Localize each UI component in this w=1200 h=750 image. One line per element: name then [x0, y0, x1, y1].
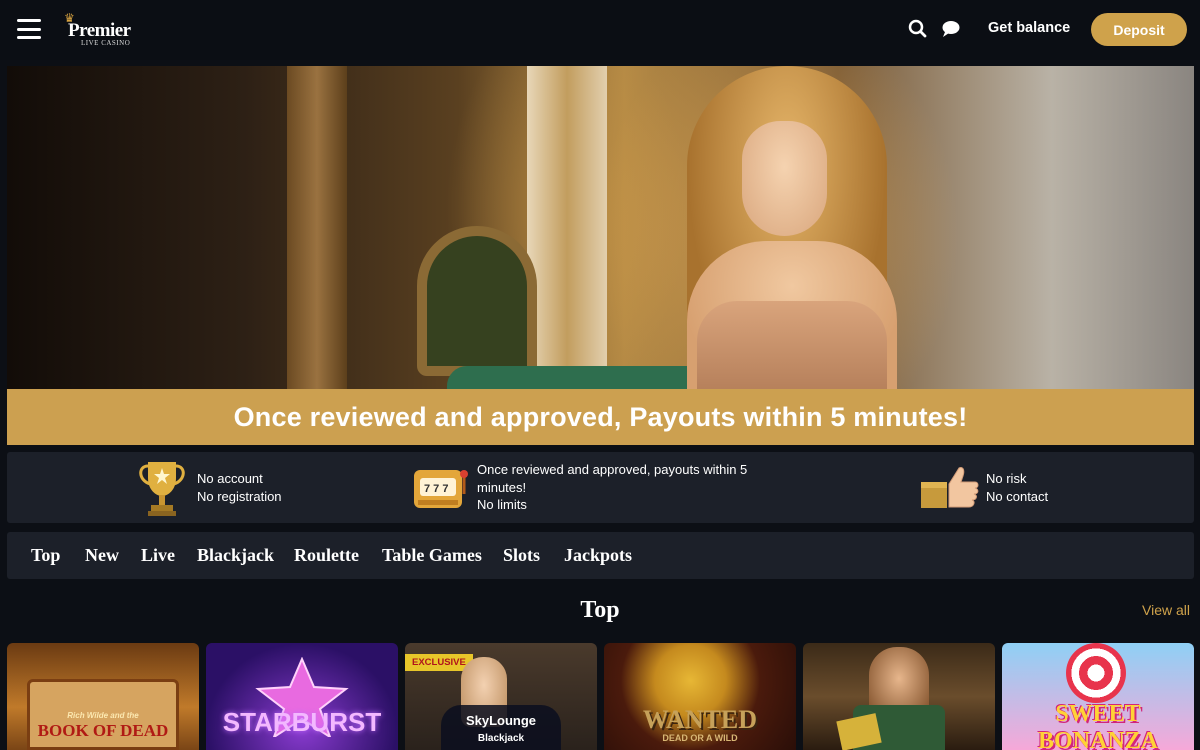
- trophy-icon: [134, 458, 190, 523]
- game-title: WANTED: [642, 705, 758, 734]
- feature-item: No account No registration: [132, 452, 332, 523]
- game-tile[interactable]: [803, 643, 995, 750]
- features-strip: No account No registration 7 7 7 Once re…: [7, 452, 1194, 523]
- game-title: STARBURST: [222, 707, 382, 737]
- category-tab-table-games[interactable]: Table Games: [382, 545, 482, 566]
- promo-banner: Once reviewed and approved, Payouts with…: [7, 389, 1194, 445]
- category-tab-roulette[interactable]: Roulette: [294, 545, 359, 566]
- game-subtitle: DEAD OR A WILD: [662, 733, 738, 743]
- search-icon[interactable]: [907, 18, 929, 40]
- feature-item: 7 7 7 Once reviewed and approved, payout…: [412, 452, 772, 523]
- top-bar: ♛ Premier LIVE CASINO Get balance Deposi…: [0, 0, 1200, 60]
- feature-line: No registration: [197, 488, 282, 504]
- lollipop-icon: [1066, 643, 1126, 703]
- hero-dealer-face: [742, 121, 827, 236]
- game-subtitle: Rich Wilde and the: [67, 711, 139, 720]
- hero-dealer-dress: [697, 301, 887, 389]
- category-tab-new[interactable]: New: [85, 545, 119, 566]
- category-tab-slots[interactable]: Slots: [503, 545, 540, 566]
- category-tab-jackpots[interactable]: Jackpots: [564, 545, 632, 566]
- feature-line: No limits: [477, 497, 527, 512]
- feature-line: minutes!: [477, 479, 527, 495]
- view-all-link[interactable]: View all: [1142, 602, 1190, 618]
- get-balance-link[interactable]: Get balance: [988, 20, 1070, 36]
- logo[interactable]: ♛ Premier LIVE CASINO: [64, 12, 144, 48]
- feature-item: No risk No contact: [919, 452, 1119, 523]
- feature-line: No risk: [986, 471, 1027, 486]
- thumbs-up-icon: [919, 464, 981, 515]
- deposit-button[interactable]: Deposit: [1091, 13, 1187, 46]
- game-subtitle: Blackjack: [477, 733, 525, 744]
- game-tile[interactable]: STARBURST: [206, 643, 398, 750]
- hero-pillar: [287, 66, 347, 389]
- category-nav: Top New Live Blackjack Roulette Table Ga…: [7, 532, 1194, 579]
- slot-machine-icon: 7 7 7: [412, 464, 470, 517]
- feature-line: No contact: [986, 488, 1049, 504]
- game-tile[interactable]: WANTED DEAD OR A WILD: [604, 643, 796, 750]
- menu-icon[interactable]: [17, 19, 41, 39]
- section-title: Top: [580, 597, 620, 623]
- game-title: BOOK OF DEAD: [37, 721, 169, 740]
- feature-line: No account: [197, 471, 263, 486]
- feature-line: Once reviewed and approved, payouts with…: [477, 462, 748, 477]
- game-title: SkyLounge: [465, 713, 537, 728]
- category-tab-live[interactable]: Live: [141, 545, 175, 566]
- game-tile[interactable]: Rich Wilde and the BOOK OF DEAD: [7, 643, 199, 750]
- category-tab-top[interactable]: Top: [31, 545, 60, 566]
- hero-arch: [417, 226, 537, 376]
- svg-text:7 7 7: 7 7 7: [424, 483, 448, 495]
- hero-pillar: [527, 66, 607, 389]
- logo-subtitle: LIVE CASINO: [81, 39, 131, 47]
- game-title: SWEET BONANZA: [1037, 701, 1158, 750]
- game-tile[interactable]: EXCLUSIVE SkyLounge Blackjack: [405, 643, 597, 750]
- chat-icon[interactable]: [940, 18, 962, 40]
- category-tab-blackjack[interactable]: Blackjack: [197, 545, 274, 566]
- hero-banner[interactable]: [7, 66, 1194, 389]
- games-row: Rich Wilde and the BOOK OF DEAD STARBURS…: [7, 643, 1194, 750]
- game-tile[interactable]: SWEET BONANZA: [1002, 643, 1194, 750]
